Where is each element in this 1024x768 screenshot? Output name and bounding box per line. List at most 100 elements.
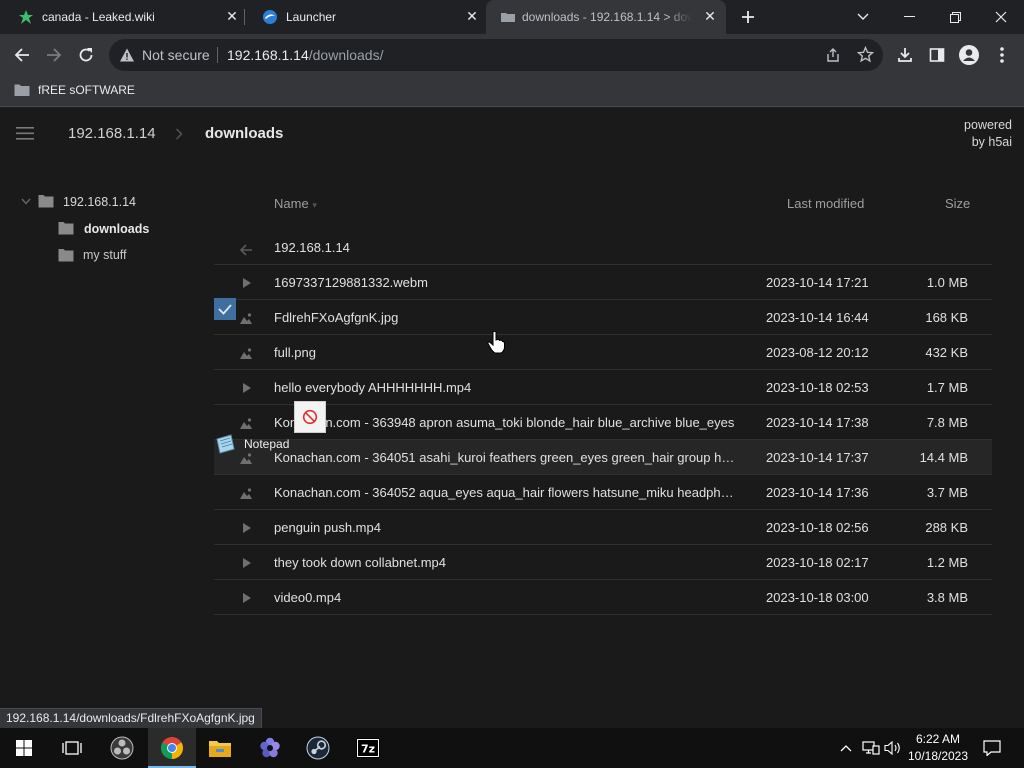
file-size: 1.0 MB [926,275,968,290]
file-row[interactable]: hello everybody AHHHHHHH.mp4 2023-10-18 … [214,370,992,405]
file-row[interactable]: FdlrehFXoAgfgnK.jpg 2023-10-14 16:44 168… [214,298,992,335]
tab-downloads[interactable]: downloads - 192.168.1.14 > downloads ✕ [486,0,726,34]
tab-leaked-wiki[interactable]: canada - Leaked.wiki ✕ [0,0,244,34]
folder-icon [38,195,54,208]
tab-search-button[interactable] [840,0,886,34]
file-date: 2023-10-14 17:36 [766,485,869,500]
column-header-size[interactable]: Size [945,196,970,211]
plus-icon [742,11,754,23]
folder-favicon-icon [501,13,515,22]
taskbar-app-chrome[interactable] [148,728,196,768]
tab-close-icon[interactable]: ✕ [224,8,240,24]
taskbar-app-pinned[interactable] [246,728,294,768]
breadcrumb-root[interactable]: 192.168.1.14 [68,125,156,142]
file-date: 2023-10-14 17:38 [766,415,869,430]
chevron-down-icon [857,13,869,20]
network-tray-button[interactable] [860,728,882,768]
sort-arrow-icon: ▾ [312,200,317,210]
clock-time: 6:22 AM [915,732,961,746]
tab-launcher[interactable]: Launcher ✕ [244,0,486,34]
file-explorer-icon [209,741,231,757]
windows-logo-icon [16,740,32,756]
new-tab-button[interactable] [726,0,770,34]
taskbar-app-file-explorer[interactable] [196,728,244,768]
column-header-name[interactable]: Name ▾ [274,196,317,211]
minimize-button[interactable] [886,0,932,34]
file-date: 2023-10-14 17:37 [766,450,869,465]
download-icon [898,48,912,62]
tab-close-icon[interactable]: ✕ [702,8,718,24]
svg-text:7z: 7z [361,743,375,756]
file-name: Konachan.com - 364052 aqua_eyes aqua_hai… [274,485,740,500]
obs-icon [110,736,134,760]
file-row[interactable]: they took down collabnet.mp4 2023-10-18 … [214,545,992,580]
tree-expand-chevron-icon[interactable] [21,198,31,205]
taskbar-app-steam[interactable] [294,728,342,768]
downloads-button[interactable] [889,39,921,71]
taskbar-app-obs[interactable] [98,728,146,768]
tree-item-downloads[interactable]: downloads [84,222,149,236]
breadcrumb-current[interactable]: downloads [205,125,283,142]
back-button[interactable] [6,39,38,71]
file-name: hello everybody AHHHHHHH.mp4 [274,380,472,395]
taskbar-clock[interactable]: 6:22 AM 10/18/2023 [900,731,976,765]
image-file-icon [240,348,252,359]
task-view-icon [62,741,82,755]
start-button[interactable] [0,728,48,768]
hamburger-menu-icon[interactable] [16,127,34,140]
taskbar-app-7zip[interactable]: 7z [344,728,392,768]
forward-button[interactable] [38,39,70,71]
powered-by-h5ai[interactable]: powered by h5ai [964,117,1012,151]
file-name: full.png [274,345,316,360]
tree-item-root[interactable]: 192.168.1.14 [63,195,136,209]
action-center-button[interactable] [976,728,1008,768]
column-name-label: Name [274,196,309,211]
warning-triangle-icon[interactable] [119,47,135,63]
browser-toolbar: Not secure 192.168.1.14/downloads/ [0,34,1024,76]
task-view-button[interactable] [48,728,96,768]
column-header-modified[interactable]: Last modified [787,196,864,211]
file-row[interactable]: Konachan.com - 364051 asahi_kuroi feathe… [214,440,992,475]
address-bar[interactable]: Not secure 192.168.1.14/downloads/ [109,39,883,71]
profile-button[interactable] [953,39,985,71]
bookmark-label: fREE sOFTWARE [38,83,135,97]
file-row[interactable]: Konachan.com - 364052 aqua_eyes aqua_hai… [214,475,992,510]
menu-button[interactable] [986,39,1018,71]
selection-checkbox[interactable] [214,298,236,320]
restore-button[interactable] [932,0,978,34]
show-hidden-icons-button[interactable] [836,728,856,768]
video-file-icon [243,523,251,533]
close-window-button[interactable] [978,0,1024,34]
parent-folder-row[interactable]: 192.168.1.14 [214,230,992,265]
tab-close-icon[interactable]: ✕ [464,8,480,24]
file-row[interactable]: full.png 2023-08-12 20:12 432 KB [214,335,992,370]
file-row[interactable]: 1697337129881332.webm 2023-10-14 17:21 1… [214,265,992,300]
image-file-icon [240,453,252,464]
star-icon[interactable] [857,46,874,63]
file-row[interactable]: Konachan.com - 363948 apron asuma_toki b… [214,405,992,440]
file-date: 2023-10-18 02:17 [766,555,869,570]
bookmark-folder-free-software[interactable]: fREE sOFTWARE [14,83,135,97]
file-size: 14.4 MB [919,450,968,465]
reload-button[interactable] [70,39,102,71]
file-row[interactable]: penguin push.mp4 2023-10-18 02:56 288 KB [214,510,992,545]
image-file-icon [240,488,252,499]
side-panel-button[interactable] [921,39,953,71]
url-path: /downloads/ [308,47,384,63]
arrow-right-icon [47,48,62,62]
share-icon[interactable] [825,47,841,63]
file-date: 2023-10-18 02:53 [766,380,869,395]
url-text[interactable]: 192.168.1.14/downloads/ [227,47,383,63]
file-row[interactable]: video0.mp4 2023-10-18 03:00 3.8 MB [214,580,992,615]
folder-icon [58,222,74,235]
network-icon [862,741,880,755]
security-label[interactable]: Not secure [142,47,210,63]
profile-avatar-icon [959,45,979,65]
tab-title: canada - Leaked.wiki [42,10,155,24]
file-size: 1.2 MB [926,555,968,570]
restore-icon [949,11,961,23]
hand-cursor-icon [487,330,505,354]
flower-app-icon [260,737,280,758]
tree-item-my-stuff[interactable]: my stuff [83,248,127,262]
bookmarks-bar: fREE sOFTWARE [0,76,1024,107]
